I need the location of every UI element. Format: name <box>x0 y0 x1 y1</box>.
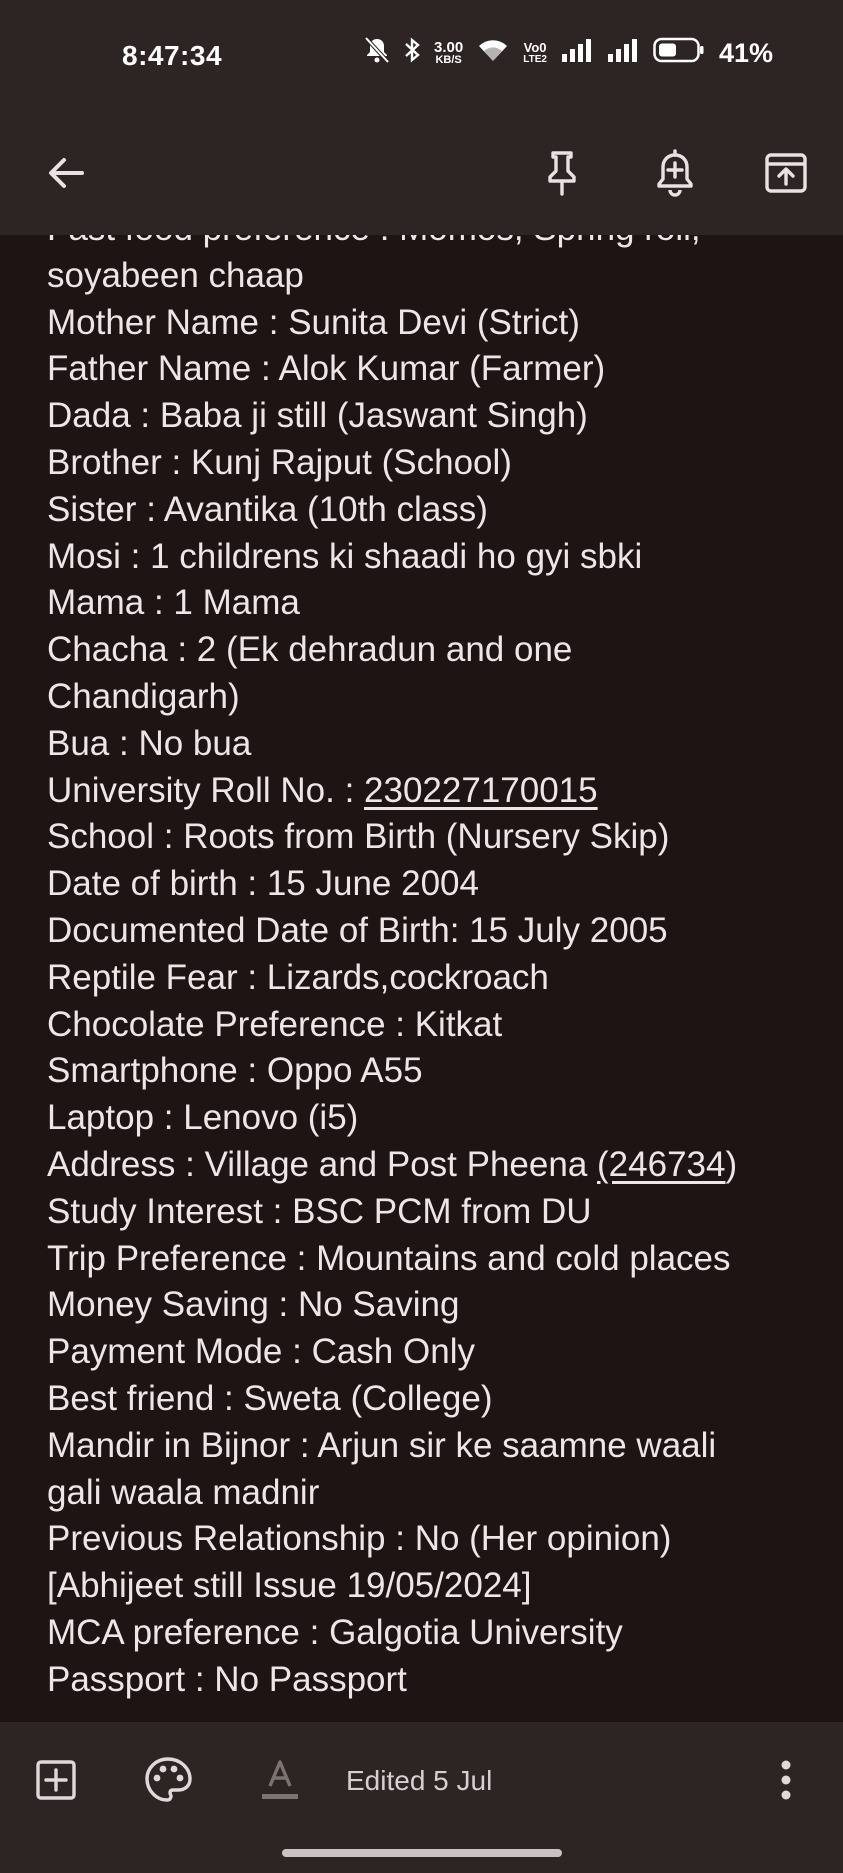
note-line: Father Name : Alok Kumar (Farmer) <box>47 349 606 389</box>
address-close-paren: ) <box>725 1144 738 1184</box>
reminder-icon[interactable] <box>643 141 707 205</box>
note-line: Fast food preference : Momos, Spring rol… <box>47 235 807 253</box>
text-format-icon[interactable] <box>252 1752 308 1808</box>
note-line: Bua : No bua <box>47 723 252 763</box>
note-line: Brother : Kunj Rajput (School) <box>47 442 512 482</box>
note-line: MCA preference : Galgotia University <box>47 1612 623 1652</box>
note-line: Chandigarh) <box>47 676 240 716</box>
roll-no-link[interactable]: 230227170015 <box>364 771 598 810</box>
network-speed-unit: KB/S <box>435 53 462 66</box>
note-line: Date of birth : 15 June 2004 <box>47 864 479 904</box>
note-line: Laptop : Lenovo (i5) <box>47 1098 359 1138</box>
pin-icon[interactable] <box>530 141 594 205</box>
archive-icon[interactable] <box>754 141 818 205</box>
note-line: Best friend : Sweta (College) <box>47 1378 493 1418</box>
volte-indicator: Vo0 LTE2 <box>523 39 547 66</box>
note-content[interactable]: Fast food preference : Momos, Spring rol… <box>0 235 843 1722</box>
note-line: Documented Date of Birth: 15 July 2005 <box>47 910 668 950</box>
wifi-icon <box>477 37 509 70</box>
pincode-link[interactable]: (246734 <box>597 1145 725 1184</box>
battery-icon <box>653 37 705 70</box>
note-line: soyabeen chaap <box>47 255 304 295</box>
note-line: Mama : 1 Mama <box>47 583 300 623</box>
note-toolbar <box>0 115 843 235</box>
note-line: School : Roots from Birth (Nursery Skip) <box>47 817 670 857</box>
note-line-address: Address : Village and Post Pheena (24673… <box>47 1142 807 1189</box>
note-line: Sister : Avantika (10th class) <box>47 489 488 529</box>
add-box-icon[interactable] <box>28 1752 84 1808</box>
battery-percent: 41% <box>718 38 773 68</box>
bluetooth-icon <box>404 37 420 70</box>
note-line: Previous Relationship : No (Her opinion) <box>47 1519 672 1559</box>
note-line: Money Saving : No Saving <box>47 1285 460 1325</box>
note-line: gali waala madnir <box>47 1472 320 1512</box>
note-line: Mosi : 1 childrens ki shaadi ho gyi sbki <box>47 536 643 576</box>
note-line: Smartphone : Oppo A55 <box>47 1051 423 1091</box>
more-vert-icon[interactable] <box>758 1752 814 1808</box>
note-line: Dada : Baba ji still (Jaswant Singh) <box>47 396 588 436</box>
note-line: Study Interest : BSC PCM from DU <box>47 1191 592 1231</box>
network-speed: 3.00 KB/S <box>434 38 464 66</box>
note-line: Mandir in Bijnor : Arjun sir ke saamne w… <box>47 1425 717 1465</box>
note-line: Payment Mode : Cash Only <box>47 1332 475 1372</box>
back-arrow-icon[interactable] <box>34 141 98 205</box>
volte-top: Vo0 <box>523 39 547 55</box>
signal-icon <box>561 38 593 69</box>
note-line: Passport : No Passport <box>47 1659 407 1699</box>
note-line-roll-no: University Roll No. : 230227170015 <box>47 768 807 815</box>
clock: 8:47:34 <box>122 40 223 71</box>
status-bar: 8:47:34 3.00 KB/S Vo0 LTE2 41% <box>0 0 843 115</box>
signal-icon <box>607 38 639 69</box>
network-speed-value: 3.00 <box>434 38 464 56</box>
address-label: Address : Village and Post Pheena <box>47 1144 598 1184</box>
palette-icon[interactable] <box>140 1752 196 1808</box>
note-line: Mother Name : Sunita Devi (Strict) <box>47 302 580 342</box>
roll-no-label: University Roll No. : <box>47 770 365 810</box>
note-line: Chacha : 2 (Ek dehradun and one <box>47 630 573 670</box>
edited-timestamp: Edited 5 Jul <box>346 1765 493 1796</box>
status-icons: 3.00 KB/S Vo0 LTE2 41% <box>364 36 773 71</box>
note-line: Trip Preference : Mountains and cold pla… <box>47 1238 731 1278</box>
note-line: Chocolate Preference : Kitkat <box>47 1004 503 1044</box>
note-line: [Abhijeet still Issue 19/05/2024] <box>47 1566 532 1606</box>
home-indicator[interactable] <box>282 1849 562 1857</box>
note-text[interactable]: Fast food preference : Momos, Spring rol… <box>47 235 807 1704</box>
note-line: Reptile Fear : Lizards,cockroach <box>47 957 549 997</box>
volte-bottom: LTE2 <box>523 53 547 65</box>
bell-muted-icon <box>364 36 390 71</box>
